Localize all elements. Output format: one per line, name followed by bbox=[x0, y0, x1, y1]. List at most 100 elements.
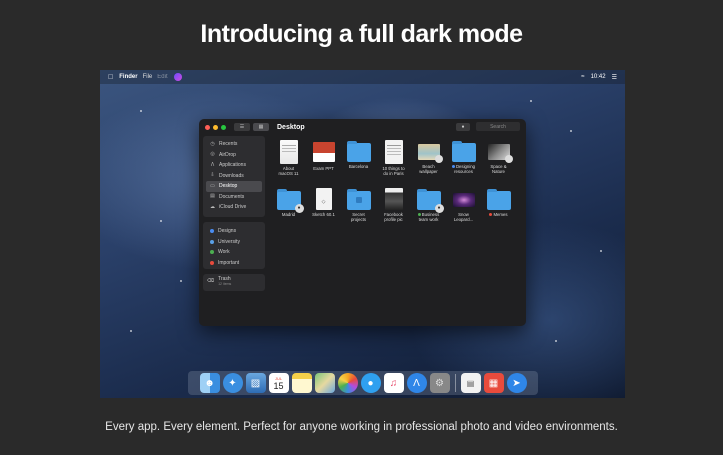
file-label: macOS 11 bbox=[278, 171, 299, 177]
music-icon[interactable]: ♫ bbox=[383, 373, 404, 393]
tag-designs[interactable]: Designs bbox=[206, 226, 262, 237]
tag-dot bbox=[210, 229, 214, 234]
file-business-team[interactable]: ● Business team work bbox=[412, 188, 445, 223]
shared-icon: ● bbox=[434, 204, 444, 213]
control-center-icon[interactable]: ☰ bbox=[612, 74, 617, 81]
tag-dot bbox=[451, 165, 455, 169]
messenger-icon[interactable]: ➤ bbox=[506, 373, 527, 393]
close-button[interactable] bbox=[205, 124, 210, 130]
file-facebook-profile[interactable]: Facebook profile pic bbox=[377, 188, 410, 223]
file-label: Leopard... bbox=[453, 217, 474, 223]
file-label: Memes bbox=[493, 212, 508, 217]
beach-photo-icon bbox=[417, 144, 443, 163]
file-madrid[interactable]: ● Madrid bbox=[272, 188, 305, 217]
news-icon[interactable]: ▦ bbox=[483, 373, 504, 393]
folder-icon bbox=[346, 141, 371, 162]
photos-icon[interactable] bbox=[337, 373, 358, 393]
file-designing-resources[interactable]: Designing resources bbox=[447, 140, 480, 175]
file-snow-leopard[interactable]: Snow Leopard... bbox=[447, 188, 480, 223]
tag-label: Important bbox=[218, 259, 240, 266]
apple-menu-icon[interactable]:  bbox=[108, 74, 113, 81]
folder-icon bbox=[486, 189, 511, 210]
sidebar-favorites: ◷ Recents ◎ AirDrop Λ Applications ⇩ Downloa… bbox=[203, 136, 265, 217]
tag-button[interactable]: ● bbox=[456, 123, 470, 131]
space-photo-icon bbox=[487, 144, 513, 163]
tag-university[interactable]: University bbox=[206, 237, 262, 248]
tag-important[interactable]: Important bbox=[206, 258, 262, 269]
finder-icon[interactable]: ☻ bbox=[199, 373, 220, 393]
search-input[interactable]: Search bbox=[476, 122, 520, 131]
minimize-button[interactable] bbox=[213, 124, 218, 130]
icon-view-button[interactable]: ▦ bbox=[253, 123, 269, 131]
zoom-button[interactable] bbox=[221, 124, 226, 130]
preview-icon[interactable]: ▨ bbox=[245, 373, 266, 393]
safari-icon[interactable]: ✦ bbox=[222, 373, 243, 393]
file-label: profile pic bbox=[384, 217, 403, 223]
file-label: 10 things to bbox=[382, 166, 405, 171]
menu-file[interactable]: File bbox=[143, 74, 153, 80]
appstore-icon[interactable]: Λ bbox=[406, 373, 427, 393]
tag-label: Designs bbox=[218, 228, 237, 235]
documents-icon[interactable]: ▤ bbox=[460, 373, 481, 393]
file-label: Nature bbox=[492, 169, 505, 175]
file-about-macos[interactable]: About macOS 11 bbox=[272, 140, 305, 177]
file-barcelona[interactable]: Barcelona bbox=[342, 140, 375, 169]
file-label: Barcelona bbox=[348, 164, 369, 169]
sidebar-item-applications[interactable]: Λ Applications bbox=[206, 160, 262, 171]
sidebar-item-label: Downloads bbox=[219, 172, 244, 179]
sidebar-item-label: Documents bbox=[219, 193, 245, 200]
trash-icon: ⌫ bbox=[207, 278, 215, 284]
menu-bar:  Finder File Edit ≈ 10:42 ☰ bbox=[100, 70, 625, 84]
headline: Introducing a full dark mode bbox=[200, 20, 523, 48]
sidebar-item-icloud[interactable]: ☁ iCloud Drive bbox=[206, 202, 262, 213]
desktop-icon: ▭ bbox=[210, 182, 215, 189]
calendar-icon[interactable]: JUL 15 bbox=[268, 373, 289, 393]
desktop-screenshot:  Finder File Edit ≈ 10:42 ☰ ☰ ▦ Desktop… bbox=[100, 70, 625, 398]
sidebar-item-label: Applications bbox=[219, 162, 246, 169]
tag-work[interactable]: Work bbox=[206, 247, 262, 258]
finder-window: ☰ ▦ Desktop ● Search ◷ Recents ◎ AirDrop Λ… bbox=[199, 119, 526, 326]
sidebar-item-documents[interactable]: ▤ Documents bbox=[206, 192, 262, 203]
galaxy-photo-icon bbox=[452, 193, 475, 207]
file-sketch[interactable]: ◇ Sketch 60.1 bbox=[307, 188, 340, 217]
file-10-things-paris[interactable]: 10 things to do in Paris bbox=[377, 140, 410, 177]
list-view-button[interactable]: ☰ bbox=[234, 123, 250, 131]
file-memes[interactable]: Memes bbox=[482, 188, 515, 217]
dock: ☻ ✦ ▨ JUL 15 ● ♫ Λ ⚙ ▤ ▦ ➤ bbox=[188, 371, 538, 395]
folder-icon bbox=[451, 141, 476, 162]
file-space-nature[interactable]: Space & Nature bbox=[482, 140, 515, 175]
menu-edit[interactable]: Edit bbox=[157, 74, 167, 80]
document-icon bbox=[279, 140, 298, 164]
sidebar-item-label: Desktop bbox=[219, 183, 238, 190]
file-label: Space & bbox=[490, 164, 507, 169]
wifi-icon[interactable]: ≈ bbox=[581, 74, 584, 80]
tag-label: University bbox=[218, 238, 240, 245]
file-label: resources bbox=[454, 169, 473, 175]
file-label: Madrid bbox=[281, 212, 296, 217]
sidebar-item-desktop[interactable]: ▭ Desktop bbox=[206, 181, 262, 192]
messages-icon[interactable]: ● bbox=[360, 373, 381, 393]
file-label: Exam PPT bbox=[313, 166, 334, 171]
file-beach-wallpaper[interactable]: Beach wallpaper bbox=[412, 140, 445, 175]
file-label: Snow bbox=[458, 212, 469, 217]
tagline: Every app. Every element. Perfect for an… bbox=[105, 421, 618, 433]
clock-icon: ◷ bbox=[210, 140, 215, 147]
sidebar-trash[interactable]: ⌫ Trash 12 items bbox=[203, 274, 265, 291]
clock-text[interactable]: 10:42 bbox=[591, 74, 606, 80]
file-label: projects bbox=[350, 217, 367, 223]
sidebar-item-downloads[interactable]: ⇩ Downloads bbox=[206, 171, 262, 182]
file-exam-ppt[interactable]: Exam PPT bbox=[307, 140, 340, 171]
maps-icon[interactable] bbox=[314, 373, 335, 393]
folder-icon: ● bbox=[276, 189, 304, 213]
title-bar: ☰ ▦ Desktop ● Search bbox=[199, 119, 526, 135]
sidebar-item-airdrop[interactable]: ◎ AirDrop bbox=[206, 150, 262, 161]
siri-icon[interactable] bbox=[173, 73, 182, 81]
tag-dot bbox=[417, 213, 421, 217]
notes-icon[interactable] bbox=[291, 373, 312, 393]
menu-app-name[interactable]: Finder bbox=[119, 74, 137, 80]
settings-icon[interactable]: ⚙ bbox=[429, 373, 450, 393]
file-secret-projects[interactable]: Secret projects bbox=[342, 188, 375, 223]
downloads-icon: ⇩ bbox=[210, 172, 215, 179]
sidebar-item-label: iCloud Drive bbox=[219, 204, 247, 211]
sidebar-item-recents[interactable]: ◷ Recents bbox=[206, 139, 262, 150]
